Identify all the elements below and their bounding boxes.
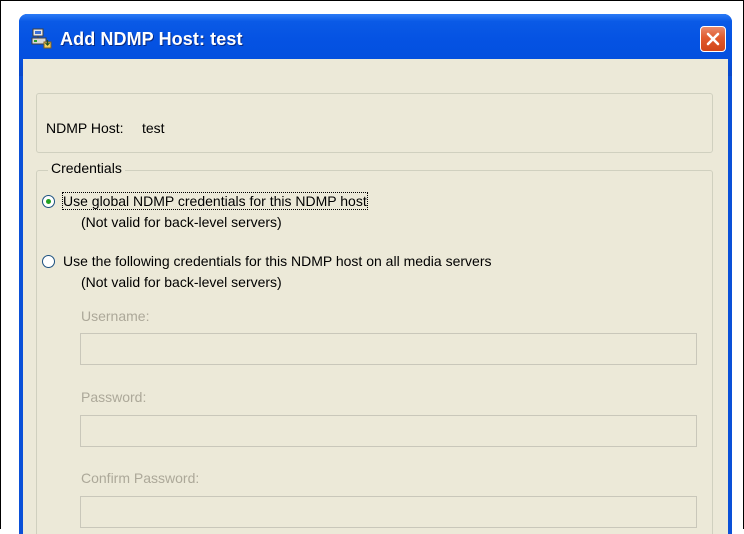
specific-credentials-note: (Not valid for back-level servers) (81, 274, 282, 290)
username-field[interactable] (80, 333, 697, 365)
password-label: Password: (81, 389, 147, 405)
radio-selected-dot (46, 199, 51, 204)
dialog-window: Add NDMP Host: test NDMP Host: test Cred… (19, 14, 732, 534)
ndmp-host-label: NDMP Host: (46, 120, 124, 136)
global-credentials-label[interactable]: Use global NDMP credentials for this NDM… (62, 192, 368, 210)
credentials-legend: Credentials (48, 160, 125, 176)
window-title: Add NDMP Host: test (60, 29, 243, 49)
password-field[interactable] (80, 415, 697, 447)
dialog-client-area: NDMP Host: test Credentials Use global N… (23, 59, 728, 534)
specific-credentials-radio[interactable] (42, 255, 55, 268)
ndmp-host-value: test (142, 120, 165, 136)
username-label: Username: (81, 308, 150, 324)
specific-credentials-label[interactable]: Use the following credentials for this N… (63, 253, 491, 269)
confirm-password-label: Confirm Password: (81, 470, 200, 486)
global-credentials-radio[interactable] (42, 195, 55, 208)
screenshot-frame: Add NDMP Host: test NDMP Host: test Cred… (0, 0, 744, 534)
close-button[interactable] (700, 26, 726, 52)
confirm-password-field[interactable] (80, 496, 697, 528)
host-info-group: NDMP Host: test (36, 93, 713, 153)
global-credentials-note: (Not valid for back-level servers) (81, 214, 282, 230)
ndmp-host-icon (30, 27, 52, 49)
